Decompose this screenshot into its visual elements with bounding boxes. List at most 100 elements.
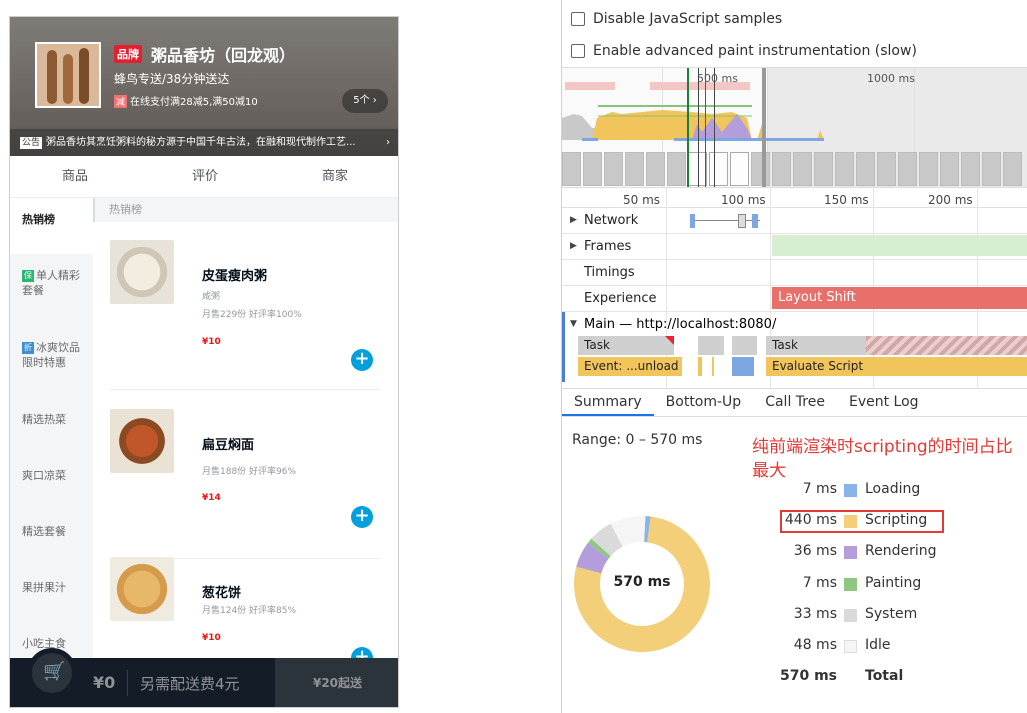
time-ruler: 50 ms 100 ms 150 ms 200 ms	[562, 188, 1027, 208]
sidebar-item-fruit[interactable]: 果拼果汁	[10, 566, 93, 622]
food-image	[110, 240, 174, 304]
load-marker	[705, 68, 706, 187]
cart-total: ¥0	[93, 673, 116, 692]
task-bar[interactable]	[698, 336, 724, 355]
legend-swatch	[844, 609, 857, 622]
food-sales: 月售229份 好评率100%	[202, 310, 302, 320]
donut-slice-painting	[587, 538, 611, 559]
tab-ratings[interactable]: 评价	[140, 156, 270, 197]
mobile-app-preview: 品牌 粥品香坊（回龙观） 蜂鸟专送/38分钟送达 减在线支付满28减5,满50减…	[9, 16, 399, 708]
food-sales: 月售124份 好评率85%	[202, 606, 297, 616]
legend-name: Rendering	[865, 543, 937, 559]
selection-handle[interactable]	[714, 68, 715, 187]
timeline-overview[interactable]: 500 ms 1000 ms	[562, 67, 1027, 188]
food-image	[110, 409, 174, 473]
range-handle[interactable]	[762, 68, 766, 187]
category-title: 热销榜	[93, 198, 398, 222]
discount-icon: 折	[22, 342, 34, 354]
donut-slice-idle	[610, 516, 646, 547]
checkout-button[interactable]: ¥20起送	[275, 658, 398, 707]
legend-swatch	[844, 546, 857, 559]
legend-name: Loading	[865, 481, 921, 497]
track-timings[interactable]: Timings	[562, 260, 1027, 286]
legend-value: 570 ms	[779, 668, 837, 684]
track-network[interactable]: ▶ Network	[562, 208, 1027, 234]
collapse-triangle-icon[interactable]: ▼	[570, 319, 577, 329]
task-bar[interactable]: Task	[578, 336, 674, 355]
add-to-cart-button[interactable]: +	[351, 506, 373, 528]
legend-row-loading: 7 ms Loading	[742, 481, 1002, 501]
expand-triangle-icon[interactable]: ▶	[570, 241, 577, 251]
food-item[interactable]: 皮蛋瘦肉粥 咸粥 月售229份 好评率100% ¥10 +	[110, 240, 380, 390]
tab-goods[interactable]: 商品	[10, 156, 140, 197]
food-name: 皮蛋瘦肉粥	[202, 269, 268, 284]
task-bar[interactable]	[732, 336, 757, 355]
overview-label: 1000 ms	[867, 72, 915, 85]
shop-tabs: 商品 评价 商家	[10, 156, 398, 198]
event-bar[interactable]: Event: ...unload	[578, 357, 682, 376]
delivery-fee: 另需配送费4元	[140, 675, 240, 693]
legend-value: 7 ms	[802, 481, 837, 497]
promo-count-button[interactable]: 5个 ›	[342, 89, 388, 113]
legend-row-rendering: 36 ms Rendering	[742, 543, 1002, 563]
tab-event-log[interactable]: Event Log	[837, 389, 931, 416]
tab-call-tree[interactable]: Call Tree	[753, 389, 837, 416]
tab-bottom-up[interactable]: Bottom-Up	[654, 389, 754, 416]
shopping-cart-icon: 🛒	[43, 661, 66, 682]
brand-badge: 品牌	[114, 45, 142, 63]
legend-row-system: 33 ms System	[742, 606, 1002, 626]
discount-icon: 减	[114, 95, 128, 108]
evaluate-script-bar[interactable]: Evaluate Script	[766, 357, 1027, 376]
food-sales: 月售188份 好评率96%	[202, 467, 297, 477]
legend-swatch	[844, 578, 857, 591]
option-advanced-paint[interactable]: Enable advanced paint instrumentation (s…	[571, 41, 917, 61]
checkbox[interactable]	[571, 44, 585, 58]
ruler-label: 100 ms	[721, 193, 766, 207]
sidebar-item-drinks[interactable]: 折冰爽饮品限时特惠	[10, 326, 93, 398]
shop-name: 粥品香坊（回龙观）	[151, 46, 296, 65]
expand-triangle-icon[interactable]: ▶	[570, 215, 577, 225]
legend-value: 7 ms	[802, 575, 837, 591]
promo-line: 减在线支付满28减5,满50减10	[114, 93, 258, 108]
filmstrip	[562, 152, 1027, 187]
legend-name: Total	[865, 668, 904, 684]
ruler-label: 50 ms	[623, 193, 661, 207]
legend-name: Idle	[865, 637, 891, 653]
ruler-label: 150 ms	[824, 193, 869, 207]
notice-bar[interactable]: 公告 粥品香坊其烹饪粥料的秘方源于中国千年古法，在融和现代制作工艺... ›	[10, 129, 398, 156]
food-name: 扁豆焖面	[202, 438, 255, 453]
tab-summary[interactable]: Summary	[562, 389, 654, 416]
sidebar-item-single-meal[interactable]: 保单人精彩套餐	[10, 254, 93, 326]
sidebar-item-cold-dishes[interactable]: 爽口凉菜	[10, 454, 93, 510]
category-sidebar: 热销榜 保单人精彩套餐 折冰爽饮品限时特惠 精选热菜 爽口凉菜 精选套餐 果拼果…	[10, 198, 93, 658]
legend-value: 48 ms	[793, 637, 837, 653]
add-to-cart-button[interactable]: +	[351, 349, 373, 371]
food-price: ¥14	[202, 493, 221, 503]
promo-text: 在线支付满28减5,满50减10	[130, 97, 258, 108]
legend-row-total: 570 ms Total	[742, 668, 1002, 688]
checkbox[interactable]	[571, 12, 585, 26]
selection-handle[interactable]	[698, 68, 699, 187]
tab-seller[interactable]: 商家	[270, 156, 398, 197]
delivery-info: 蜂鸟专送/38分钟送达	[114, 72, 230, 86]
sidebar-item-set-meals[interactable]: 精选套餐	[10, 510, 93, 566]
legend-name: Painting	[865, 575, 922, 591]
dcl-marker	[687, 68, 689, 187]
food-desc: 咸粥	[202, 292, 221, 302]
food-image	[110, 557, 174, 621]
layout-shift-event[interactable]: Layout Shift	[772, 287, 1027, 309]
details-tabs: Summary Bottom-Up Call Tree Event Log	[562, 388, 1027, 417]
legend-value: 33 ms	[793, 606, 837, 622]
food-item[interactable]: 扁豆焖面 月售188份 好评率96% ¥14 +	[110, 409, 380, 559]
chevron-right-icon: ›	[386, 137, 390, 148]
legend-name: System	[865, 606, 918, 622]
shop-logo	[35, 42, 101, 108]
task-bar[interactable]: Task	[766, 336, 866, 355]
cpu-activity-chart	[562, 105, 824, 140]
cart-button[interactable]: 🛒	[27, 648, 77, 698]
food-name: 葱花饼	[202, 586, 242, 601]
sidebar-item-hot[interactable]: 热销榜	[10, 198, 93, 254]
option-disable-js-samples[interactable]: Disable JavaScript samples	[571, 9, 782, 29]
parse-html-bar[interactable]	[732, 357, 754, 376]
sidebar-item-hot-dishes[interactable]: 精选热菜	[10, 398, 93, 454]
